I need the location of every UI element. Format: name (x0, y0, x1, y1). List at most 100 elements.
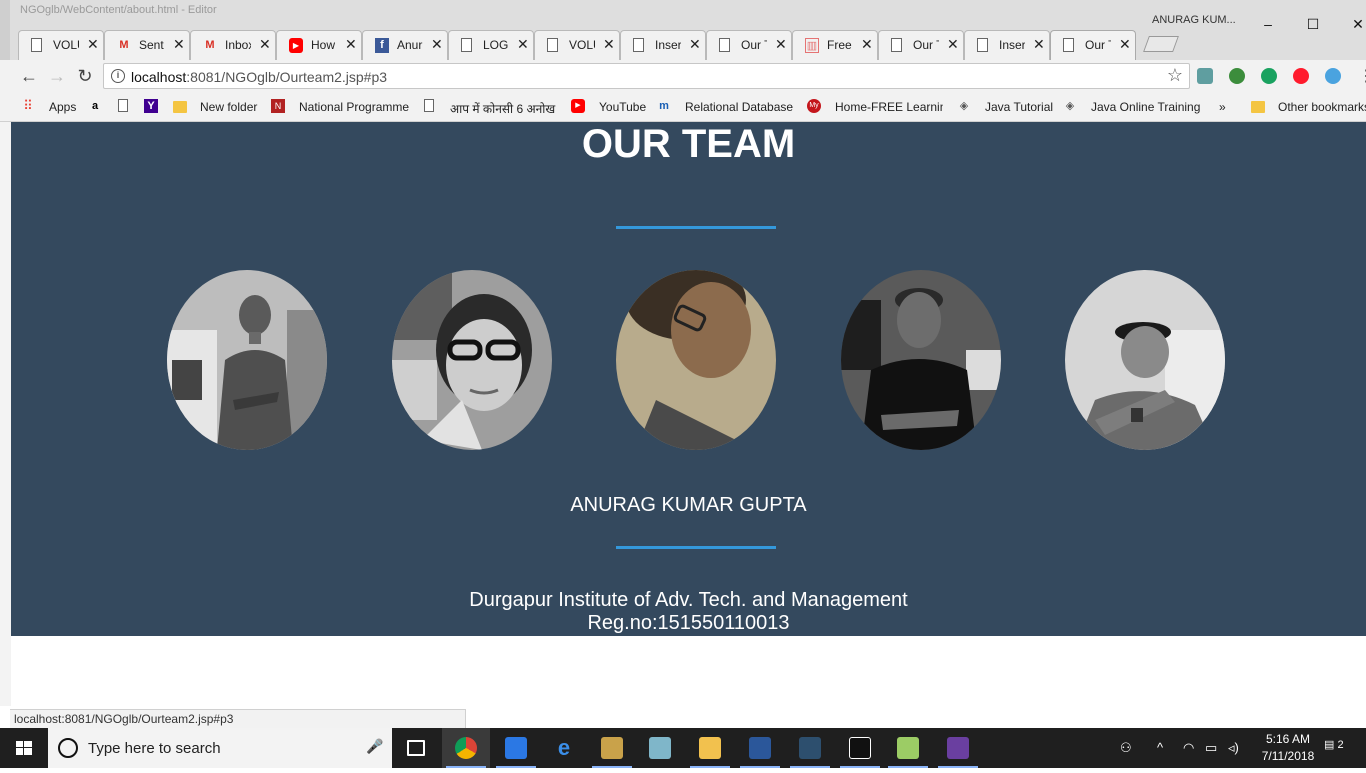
browser-tab[interactable]: ▶ How ✕ (276, 30, 362, 60)
opera-icon[interactable] (1293, 68, 1309, 84)
tab-close-icon[interactable]: ✕ (173, 36, 185, 53)
battery-icon[interactable]: ▭ (1205, 740, 1217, 756)
tab-close-icon[interactable]: ✕ (1033, 36, 1045, 53)
tab-close-icon[interactable]: ✕ (431, 36, 443, 53)
browser-tab[interactable]: Inser ✕ (620, 30, 706, 60)
close-window-button[interactable]: ✕ (1335, 12, 1366, 36)
bookmark-home-free-learning[interactable]: Home-FREE Learning (835, 100, 943, 114)
youtube-icon: ▶ (289, 38, 303, 53)
team-member-photo[interactable] (841, 270, 1001, 450)
taskbar-edge[interactable]: e (540, 728, 588, 768)
tab-close-icon[interactable]: ✕ (861, 36, 873, 53)
browser-tab[interactable]: LOGI ✕ (448, 30, 534, 60)
team-member-photo[interactable] (167, 270, 327, 450)
taskbar-search-box[interactable]: Type here to search 🎤 (48, 728, 392, 768)
show-hidden-icons-chevron-icon[interactable]: ^ (1157, 740, 1163, 755)
reload-icon[interactable]: ↻ (74, 65, 96, 87)
bookmark-other-bookmarks[interactable]: Other bookmarks (1278, 100, 1366, 114)
app-icon (649, 737, 671, 759)
name-divider (616, 546, 776, 549)
new-tab-button[interactable] (1143, 36, 1179, 52)
bookmarks-overflow-chevron-icon[interactable]: » (1219, 100, 1226, 114)
bookmark-hindi-article[interactable]: आप में कोनसी 6 अनोख (450, 100, 558, 117)
taskbar-chrome[interactable] (442, 728, 490, 768)
profile-button[interactable]: ANURAG KUM... (1152, 14, 1236, 26)
tab-close-icon[interactable]: ✕ (517, 36, 529, 53)
address-bar[interactable]: i localhost:8081/NGOglb/Ourteam2.jsp#p3 … (103, 63, 1190, 89)
browser-tab[interactable]: M Inbox ✕ (190, 30, 276, 60)
volume-icon[interactable]: ◃) (1228, 740, 1239, 756)
tab-close-icon[interactable]: ✕ (603, 36, 615, 53)
chrome-menu-icon[interactable]: ⋮ (1358, 66, 1366, 86)
yahoo-icon[interactable]: Y (144, 99, 158, 113)
notification-icon: ▤ (1324, 739, 1335, 751)
extension-blue-icon[interactable] (1325, 68, 1341, 84)
taskbar-clock[interactable]: 5:16 AM 7/11/2018 (1256, 731, 1320, 765)
extension-icon[interactable] (1197, 68, 1213, 84)
forward-arrow-icon[interactable]: → (46, 65, 68, 87)
youtube-icon: ▶ (571, 99, 585, 113)
minimize-button[interactable]: – (1245, 12, 1291, 36)
bookmark-national-programme[interactable]: National Programme (299, 100, 409, 114)
taskbar-mysql[interactable] (786, 728, 834, 768)
wifi-icon[interactable]: ◠ (1183, 740, 1194, 756)
team-member-photo[interactable] (392, 270, 552, 450)
maximize-button[interactable]: ☐ (1290, 12, 1336, 36)
bookmark-star-icon[interactable]: ☆ (1167, 65, 1183, 86)
bookmark-java-tutorial[interactable]: Java Tutorial (985, 100, 1053, 114)
browser-tab[interactable]: VOLU ✕ (18, 30, 104, 60)
browser-tab[interactable]: ▥ Free ✕ (792, 30, 878, 60)
tab-close-icon[interactable]: ✕ (689, 36, 701, 53)
people-icon[interactable]: ⚇ (1120, 740, 1132, 756)
document-icon[interactable] (118, 99, 128, 112)
tab-label: Free (827, 38, 852, 52)
browser-tab[interactable]: Our T ✕ (878, 30, 964, 60)
bookmark-relational-database[interactable]: Relational Database (685, 100, 793, 114)
url-host: localhost (131, 69, 187, 85)
bookmark-java-online-training[interactable]: Java Online Training (1091, 100, 1200, 114)
taskbar-notepad-plus[interactable] (884, 728, 932, 768)
person-photo-icon (1065, 270, 1225, 450)
folder-icon (699, 737, 721, 759)
taskbar-file-explorer[interactable] (686, 728, 734, 768)
back-arrow-icon[interactable]: ← (18, 65, 40, 87)
tab-close-icon[interactable]: ✕ (345, 36, 357, 53)
document-icon (461, 38, 472, 52)
url-path: :8081/NGOglb/Ourteam2.jsp#p3 (186, 69, 388, 85)
site-info-icon[interactable]: i (111, 69, 125, 83)
taskbar-game[interactable] (934, 728, 982, 768)
bookmark-apps[interactable]: Apps (49, 100, 76, 114)
browser-tab[interactable]: Inser ✕ (964, 30, 1050, 60)
bookmark-new-folder[interactable]: New folder (200, 100, 257, 114)
clock-time: 5:16 AM (1265, 732, 1311, 746)
task-view-button[interactable] (392, 728, 440, 768)
apps-grid-icon[interactable]: ⠿ (21, 99, 35, 113)
tab-close-icon[interactable]: ✕ (947, 36, 959, 53)
team-member-photo[interactable] (616, 270, 776, 450)
taskbar-photos[interactable] (836, 728, 884, 768)
amazon-icon[interactable]: a (88, 99, 102, 113)
tab-close-icon[interactable]: ✕ (87, 36, 99, 53)
tab-close-icon[interactable]: ✕ (1119, 36, 1131, 53)
taskbar-app-blue[interactable] (492, 728, 540, 768)
tab-close-icon[interactable]: ✕ (775, 36, 787, 53)
browser-tab-active[interactable]: Our T ✕ (1050, 30, 1136, 61)
cortana-icon (58, 738, 78, 758)
browser-tab[interactable]: f Anur ✕ (362, 30, 448, 60)
taskbar-word[interactable] (736, 728, 784, 768)
action-center-button[interactable]: ▤ 2 (1324, 738, 1344, 756)
browser-tab[interactable]: M Sent ✕ (104, 30, 190, 60)
taskbar-wamp[interactable] (588, 728, 636, 768)
start-button[interactable] (0, 728, 48, 768)
taskbar-app-glass[interactable] (636, 728, 684, 768)
browser-tab[interactable]: VOLU ✕ (534, 30, 620, 60)
address-url[interactable]: localhost:8081/NGOglb/Ourteam2.jsp#p3 (131, 69, 387, 85)
browser-tab[interactable]: Our T ✕ (706, 30, 792, 60)
microphone-icon[interactable]: 🎤 (366, 738, 383, 755)
tab-close-icon[interactable]: ✕ (259, 36, 271, 53)
extension-globe-icon[interactable] (1229, 68, 1245, 84)
wamp-icon (601, 737, 623, 759)
extension-green-icon[interactable] (1261, 68, 1277, 84)
team-member-photo[interactable] (1065, 270, 1225, 450)
bookmark-youtube[interactable]: YouTube (599, 100, 646, 114)
